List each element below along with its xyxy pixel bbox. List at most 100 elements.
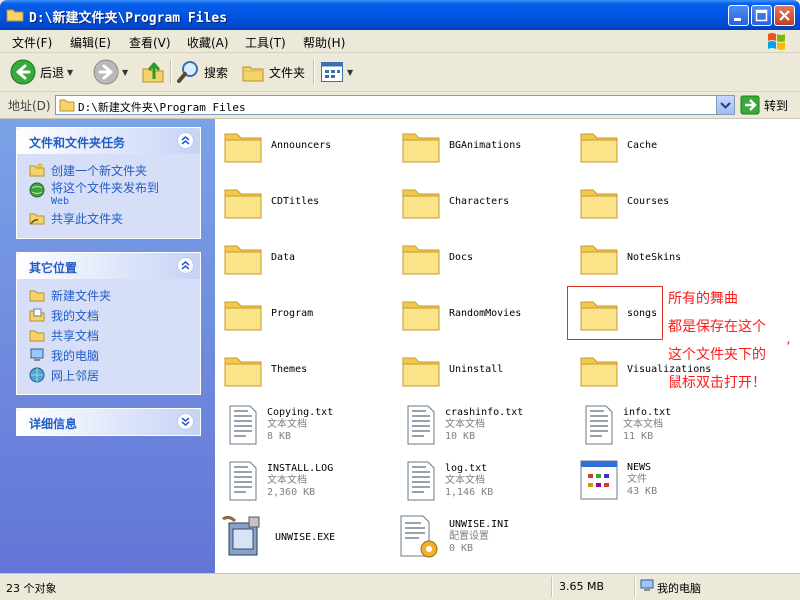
folder-icon	[29, 290, 45, 302]
details-header[interactable]: 详细信息	[17, 409, 200, 435]
file-size: 1,146 KB	[445, 487, 494, 498]
folder-item[interactable]: Uninstall	[401, 350, 503, 388]
minimize-icon	[734, 18, 741, 21]
back-button[interactable]: 后退 ▼	[10, 55, 73, 89]
file-name: crashinfo.txt	[445, 407, 524, 418]
back-dropdown-icon[interactable]: ▼	[67, 68, 73, 77]
task-pane: 文件和文件夹任务 创建一个新文件夹 将这个文件夹发布到 Web 共享此文件夹 其…	[0, 119, 215, 573]
address-input[interactable]: D:\新建文件夹\Program Files	[55, 95, 735, 115]
views-icon	[321, 62, 343, 82]
folder-item[interactable]: Cache	[579, 126, 657, 164]
folder-item[interactable]: Courses	[579, 182, 669, 220]
menu-file[interactable]: 文件(F)	[12, 34, 52, 51]
folder-item[interactable]: RandomMovies	[401, 294, 521, 332]
file-item[interactable]: NEWS 文件 43 KB	[579, 459, 657, 501]
windows-logo-icon	[768, 33, 785, 50]
task-share-folder[interactable]: 共享此文件夹	[29, 210, 123, 227]
collapse-button[interactable]	[177, 257, 194, 274]
back-label: 后退	[40, 65, 65, 80]
folder-icon	[402, 357, 440, 387]
place-my-documents[interactable]: 我的文档	[29, 307, 99, 324]
folder-name: BGAnimations	[449, 139, 522, 151]
folders-icon	[242, 66, 264, 82]
views-dropdown-icon[interactable]: ▼	[347, 68, 353, 77]
search-button[interactable]: 搜索	[176, 55, 228, 89]
place-new-folder[interactable]: 新建文件夹	[29, 287, 111, 304]
collapse-button[interactable]	[177, 132, 194, 149]
maximize-button[interactable]	[751, 5, 772, 26]
chevron-down-icon	[181, 417, 190, 426]
file-item[interactable]: log.txt 文本文档 1,146 KB	[405, 459, 493, 503]
installer-icon	[222, 515, 260, 556]
menu-edit[interactable]: 编辑(E)	[70, 34, 111, 51]
folder-item[interactable]: Announcers	[223, 126, 331, 164]
file-name: Copying.txt	[267, 407, 334, 418]
folder-icon	[6, 9, 24, 22]
other-places-title: 其它位置	[29, 261, 78, 275]
up-folder-button[interactable]	[141, 55, 165, 89]
folder-name: CDTitles	[271, 195, 320, 207]
file-item[interactable]: Copying.txt 文本文档 8 KB	[227, 403, 333, 447]
title-bar[interactable]: D:\新建文件夹\Program Files	[0, 0, 800, 30]
file-item[interactable]: INSTALL.LOG 文本文档 2,360 KB	[227, 459, 333, 503]
menu-view[interactable]: 查看(V)	[129, 34, 171, 51]
task-new-folder[interactable]: 创建一个新文件夹	[29, 162, 147, 179]
file-item[interactable]: crashinfo.txt 文本文档 10 KB	[405, 403, 523, 447]
forward-button[interactable]: ▼	[93, 55, 128, 89]
file-name: UNWISE.INI	[449, 519, 510, 530]
folder-item[interactable]: NoteSkins	[579, 238, 681, 276]
annotation-mark: ’	[786, 340, 791, 356]
new-folder-icon	[29, 162, 45, 177]
shared-documents-icon	[29, 330, 45, 342]
chevron-down-icon	[720, 102, 731, 109]
file-folder-tasks-title: 文件和文件夹任务	[29, 136, 126, 150]
address-dropdown-button[interactable]	[716, 96, 734, 114]
folder-item[interactable]: BGAnimations	[401, 126, 521, 164]
details-panel: 详细信息	[16, 408, 201, 436]
folder-icon	[224, 301, 262, 331]
other-places-header[interactable]: 其它位置	[17, 253, 200, 279]
go-button[interactable]: 转到	[740, 95, 788, 115]
file-name: NEWS	[627, 462, 652, 473]
file-item[interactable]: UNWISE.EXE	[219, 513, 335, 561]
close-icon	[779, 10, 790, 21]
forward-dropdown-icon[interactable]: ▼	[122, 68, 128, 77]
folder-name: Uninstall	[449, 363, 504, 375]
annotation-line: 都是保存在这个	[668, 319, 766, 335]
place-network[interactable]: 网上邻居	[29, 367, 99, 384]
menu-help[interactable]: 帮助(H)	[303, 34, 345, 51]
menu-favorites[interactable]: 收藏(A)	[187, 34, 229, 51]
file-name: INSTALL.LOG	[267, 463, 334, 474]
place-shared-documents[interactable]: 共享文档	[29, 327, 99, 344]
search-icon	[177, 61, 198, 83]
minimize-button[interactable]	[728, 5, 749, 26]
folder-item[interactable]: Characters	[401, 182, 509, 220]
place-my-documents-label: 我的文档	[51, 309, 100, 323]
toolbar-separator	[170, 59, 172, 85]
views-button[interactable]: ▼	[320, 55, 353, 89]
close-button[interactable]	[774, 5, 795, 26]
folder-item[interactable]: Program	[223, 294, 313, 332]
menu-tools[interactable]: 工具(T)	[245, 34, 286, 51]
folder-icon	[580, 357, 618, 387]
folders-button[interactable]: 文件夹	[241, 55, 305, 89]
folder-item[interactable]: Docs	[401, 238, 473, 276]
file-folder-tasks-header[interactable]: 文件和文件夹任务	[17, 128, 200, 154]
file-item[interactable]: UNWISE.INI 配置设置 0 KB	[397, 513, 509, 561]
expand-button[interactable]	[177, 413, 194, 430]
address-label: 地址(D)	[8, 99, 51, 113]
task-publish-web[interactable]: 将这个文件夹发布到 Web	[29, 182, 159, 208]
folder-icon	[580, 245, 618, 275]
folder-item[interactable]: CDTitles	[223, 182, 319, 220]
folder-name: Data	[271, 251, 296, 263]
go-label: 转到	[764, 98, 789, 113]
up-folder-icon	[142, 62, 164, 83]
folder-item[interactable]: Data	[223, 238, 295, 276]
generic-file-icon	[580, 460, 618, 500]
folder-icon	[580, 133, 618, 163]
folder-name: RandomMovies	[449, 307, 522, 319]
folder-item[interactable]: Themes	[223, 350, 307, 388]
place-my-computer[interactable]: 我的电脑	[29, 347, 99, 364]
file-item[interactable]: info.txt 文本文档 11 KB	[583, 403, 671, 447]
chevron-up-icon	[181, 261, 190, 270]
